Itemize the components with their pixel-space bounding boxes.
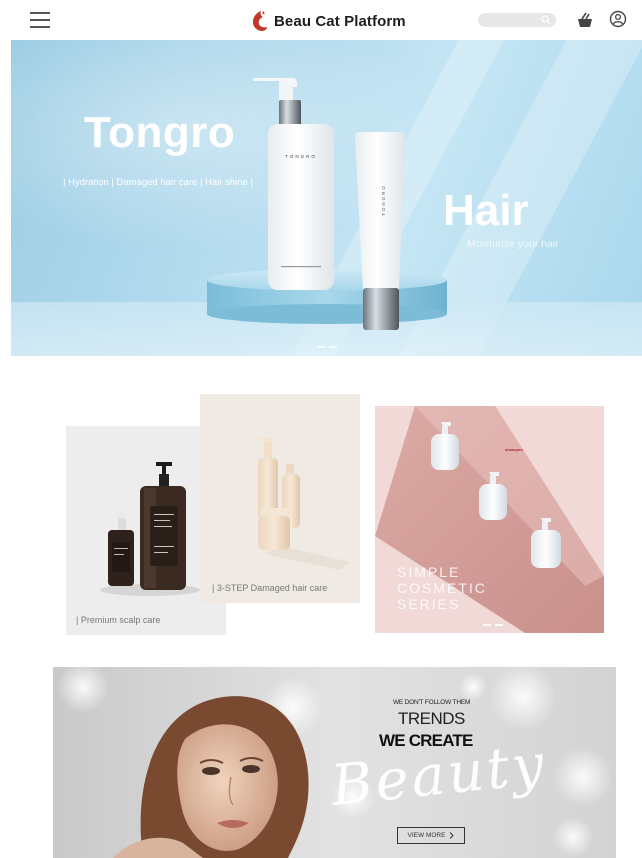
shopping-basket-icon[interactable]: [576, 11, 594, 29]
brand-logo-link[interactable]: Beau Cat Platform: [250, 9, 406, 33]
bottle-brand-label: TONGRO: [285, 154, 317, 159]
hero-slide-indicator: [317, 346, 337, 348]
hero-subtitle: Moisturize your hair: [467, 238, 559, 250]
card-slide-dot[interactable]: [495, 624, 503, 626]
banner-eyebrow-text: WE DON'T FOLLOW THEM: [393, 699, 471, 706]
card-slide-dot[interactable]: [483, 624, 491, 626]
damaged-hair-care-caption: | 3-STEP Damaged hair care: [212, 583, 328, 593]
view-more-button[interactable]: VIEW MORE: [397, 827, 465, 844]
top-nav-bar: Beau Cat Platform: [0, 0, 642, 40]
brand-name: Beau Cat Platform: [274, 12, 406, 30]
beauty-promo-banner[interactable]: WE DON'T FOLLOW THEM TRENDS WE CREATE Be…: [53, 667, 616, 858]
series-line-2: COSMETIC: [397, 580, 487, 596]
view-more-label: VIEW MORE: [407, 832, 446, 839]
chevron-right-icon: [450, 832, 455, 839]
series-line-1: SIMPLE: [397, 564, 461, 580]
scalp-care-caption: | Premium scalp care: [76, 615, 161, 625]
hero-title: Tongro: [84, 108, 236, 157]
tube-brand-label: TONGRO: [381, 184, 386, 216]
hero-category-word: Hair: [443, 186, 529, 235]
mini-category-menu: shampoo: [505, 446, 595, 453]
banner-headline-line-1: TRENDS: [398, 709, 465, 728]
hero-slide-dot[interactable]: [317, 346, 325, 348]
damaged-hair-care-product-photo: [258, 438, 350, 570]
product-card-damaged-hair-care[interactable]: | 3-STEP Damaged hair care: [200, 394, 360, 603]
hero-slide-dot[interactable]: [329, 346, 337, 348]
mini-menu-item[interactable]: shampoo: [505, 447, 523, 452]
cat-logo-icon: [253, 11, 267, 31]
hero-product-photo: TONGRO TONGRO: [11, 78, 642, 356]
card-slide-indicator: [483, 624, 503, 626]
search-icon[interactable]: [541, 15, 551, 25]
series-line-3: SERIES: [397, 596, 461, 612]
hamburger-menu-icon[interactable]: [30, 12, 50, 28]
product-card-simple-cosmetic-series[interactable]: shampoo SIMPLE COSMETIC SERIES: [375, 406, 604, 633]
user-account-icon[interactable]: [609, 10, 627, 28]
hero-feature-tags: | Hydration | Damaged hair care | Hair s…: [63, 177, 253, 188]
hero-banner[interactable]: TONGRO TONGRO Tongro | Hydration | Damag…: [11, 40, 642, 356]
